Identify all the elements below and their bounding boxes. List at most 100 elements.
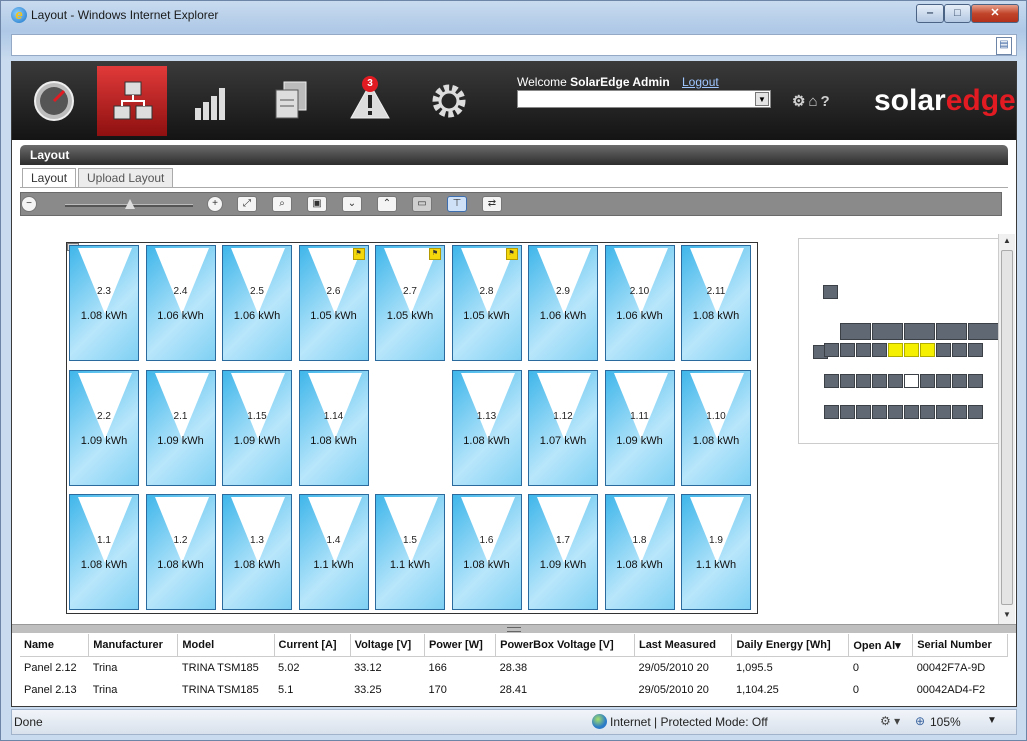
app-header: 3 Welcome SolarEdge Admin Logout ▼ ⚙⌂? s… <box>12 62 1016 140</box>
solar-panel[interactable]: 2.2 1.09 kWh <box>69 369 139 486</box>
select-area-icon[interactable]: ▣ <box>307 196 327 212</box>
compat-view-icon[interactable]: ▤ <box>996 37 1012 55</box>
solar-panel[interactable]: 2.5 1.06 kWh <box>222 245 292 361</box>
column-header[interactable]: Voltage [V] <box>350 634 425 657</box>
solar-panel[interactable]: 2.9 1.06 kWh <box>528 245 598 361</box>
expand-all-icon[interactable]: ⌃ <box>377 196 397 212</box>
solar-panel[interactable]: 1.9 1.1 kWh <box>681 494 751 610</box>
solar-panel[interactable]: 1.12 1.07 kWh <box>528 369 598 486</box>
logout-link[interactable]: Logout <box>682 75 719 89</box>
solar-panel[interactable]: 1.3 1.08 kWh <box>222 494 292 610</box>
minimize-button[interactable]: ‒ <box>916 4 944 23</box>
fit-to-screen-icon[interactable]: ⤢ <box>237 196 257 212</box>
panel-triangle-icon <box>78 497 132 563</box>
zoom-dropdown-icon[interactable]: ▼ <box>987 715 997 726</box>
maximize-button[interactable]: □ <box>944 4 971 23</box>
site-select[interactable]: ▼ <box>517 90 771 108</box>
flag-icon[interactable]: ⚑ <box>429 248 441 260</box>
hierarchy-view-icon[interactable]: ⊤ <box>447 196 467 212</box>
solar-panel[interactable]: 1.8 1.08 kWh <box>604 494 675 610</box>
scroll-up-icon[interactable]: ▲ <box>1000 234 1014 248</box>
zoom-out-icon[interactable]: − <box>21 196 37 212</box>
collapse-all-icon[interactable]: ⌄ <box>342 196 362 212</box>
wrench-icon[interactable]: ⚙ ▾ <box>880 714 900 728</box>
solar-panel[interactable]: 1.11 1.09 kWh <box>604 369 675 486</box>
column-header[interactable]: PowerBox Voltage [V] <box>495 634 635 657</box>
column-header[interactable]: Model <box>177 634 275 657</box>
table-cell: 00042F7A-9D <box>916 662 986 674</box>
address-bar[interactable]: ▤ <box>11 34 1017 56</box>
solar-panel[interactable]: 1.5 1.1 kWh <box>375 494 445 610</box>
solar-panel[interactable]: 2.1 1.09 kWh <box>145 369 216 486</box>
solar-panel[interactable]: 2.3 1.08 kWh <box>69 245 139 361</box>
solar-panel[interactable]: 1.2 1.08 kWh <box>145 494 216 610</box>
panel-energy: 1.08 kWh <box>616 559 663 571</box>
solar-panel[interactable]: 1.10 1.08 kWh <box>681 369 751 486</box>
panel-name: 1.7 <box>556 535 570 546</box>
solar-panel[interactable]: 1.15 1.09 kWh <box>222 369 292 486</box>
nav-charts[interactable] <box>176 66 246 136</box>
minimap-panel <box>824 374 839 388</box>
zoom-magnify-icon[interactable]: ⌕ <box>272 196 292 212</box>
solar-panel[interactable]: 2.4 1.06 kWh <box>145 245 216 361</box>
zoom-slider-thumb[interactable] <box>125 199 135 209</box>
column-header[interactable]: Serial Number <box>912 634 1008 657</box>
panel-triangle-icon <box>78 372 132 439</box>
column-header[interactable]: Manufacturer <box>88 634 179 657</box>
nav-dashboard[interactable] <box>18 66 88 136</box>
divider-grip-icon[interactable] <box>507 627 521 632</box>
flag-icon[interactable]: ⚑ <box>505 248 518 260</box>
scroll-down-icon[interactable]: ▼ <box>1000 608 1014 622</box>
zoom-in-icon[interactable]: + <box>207 196 223 212</box>
panel-energy: 1.1 kWh <box>389 559 431 571</box>
column-header[interactable]: Name <box>20 634 90 657</box>
disabled-tool-icon: ▭ <box>412 196 432 212</box>
layout-minimap[interactable] <box>798 238 1008 444</box>
scroll-thumb[interactable] <box>1001 250 1013 605</box>
close-button[interactable]: ✕ <box>971 4 1019 23</box>
layout-tree-icon <box>113 81 153 120</box>
tab-layout[interactable]: Layout <box>22 168 77 188</box>
solar-panel[interactable]: 2.11 1.08 kWh <box>681 245 751 361</box>
chevron-down-icon[interactable]: ▼ <box>755 92 769 106</box>
nav-layout[interactable] <box>97 66 167 136</box>
panel-triangle-icon <box>78 248 132 314</box>
solar-panel[interactable]: 1.1 1.08 kWh <box>69 494 139 610</box>
solar-panel[interactable]: 1.7 1.09 kWh <box>528 494 598 610</box>
minimap-panel <box>936 374 951 388</box>
panel-energy: 1.06 kWh <box>233 310 281 322</box>
column-header[interactable]: Current [A] <box>274 634 351 657</box>
zoom-level[interactable]: 105% <box>930 715 961 729</box>
tab-upload-layout[interactable]: Upload Layout <box>78 168 174 188</box>
split-divider[interactable] <box>12 624 1016 633</box>
nav-alerts[interactable]: 3 <box>334 66 404 136</box>
column-header[interactable]: Open Al▾ <box>848 634 914 657</box>
table-row[interactable]: Panel 2.12 Trina TRINA TSM185 5.02 33.12 166 2… <box>20 657 1008 680</box>
solar-panel[interactable]: 1.6 1.08 kWh <box>451 494 522 610</box>
solar-panel[interactable]: 1.14 1.08 kWh <box>298 369 369 486</box>
flag-icon[interactable]: ⚑ <box>352 248 365 260</box>
utility-icons[interactable]: ⚙⌂? <box>792 92 833 110</box>
table-cell: TRINA TSM185 <box>181 662 259 674</box>
solar-panel[interactable]: 2.10 1.06 kWh <box>604 245 675 361</box>
table-row[interactable]: Panel 2.13 Trina TRINA TSM185 5.1 33.25 170 28… <box>20 679 1008 701</box>
browser-window: e Layout - Windows Internet Explorer ‒ □… <box>0 0 1027 741</box>
refresh-icon[interactable]: ⇄ <box>482 196 502 212</box>
solar-panel[interactable]: 2.8 1.05 kWh ⚑ <box>451 245 522 361</box>
nav-reports[interactable] <box>255 66 325 136</box>
user-name: SolarEdge Admin <box>570 75 670 89</box>
panel-triangle-icon <box>307 372 362 439</box>
solar-panel[interactable]: 2.6 1.05 kWh ⚑ <box>298 245 369 361</box>
panel-triangle-icon <box>690 372 744 439</box>
security-zone[interactable]: Internet | Protected Mode: Off <box>610 715 768 729</box>
solar-panel[interactable]: 1.13 1.08 kWh <box>451 369 522 486</box>
column-header[interactable]: Last Measured <box>634 634 733 657</box>
column-header[interactable]: Daily Energy [Wh] <box>731 634 850 657</box>
column-header[interactable]: Power [W] <box>424 634 497 657</box>
nav-settings[interactable] <box>413 66 483 136</box>
solar-panel[interactable]: 2.7 1.05 kWh ⚑ <box>375 245 445 361</box>
solar-panel[interactable]: 1.4 1.1 kWh <box>298 494 369 610</box>
panel-triangle-icon <box>307 497 362 563</box>
panel-name: 1.8 <box>632 535 647 546</box>
canvas-scrollbar[interactable]: ▲ ▼ <box>998 234 1015 624</box>
